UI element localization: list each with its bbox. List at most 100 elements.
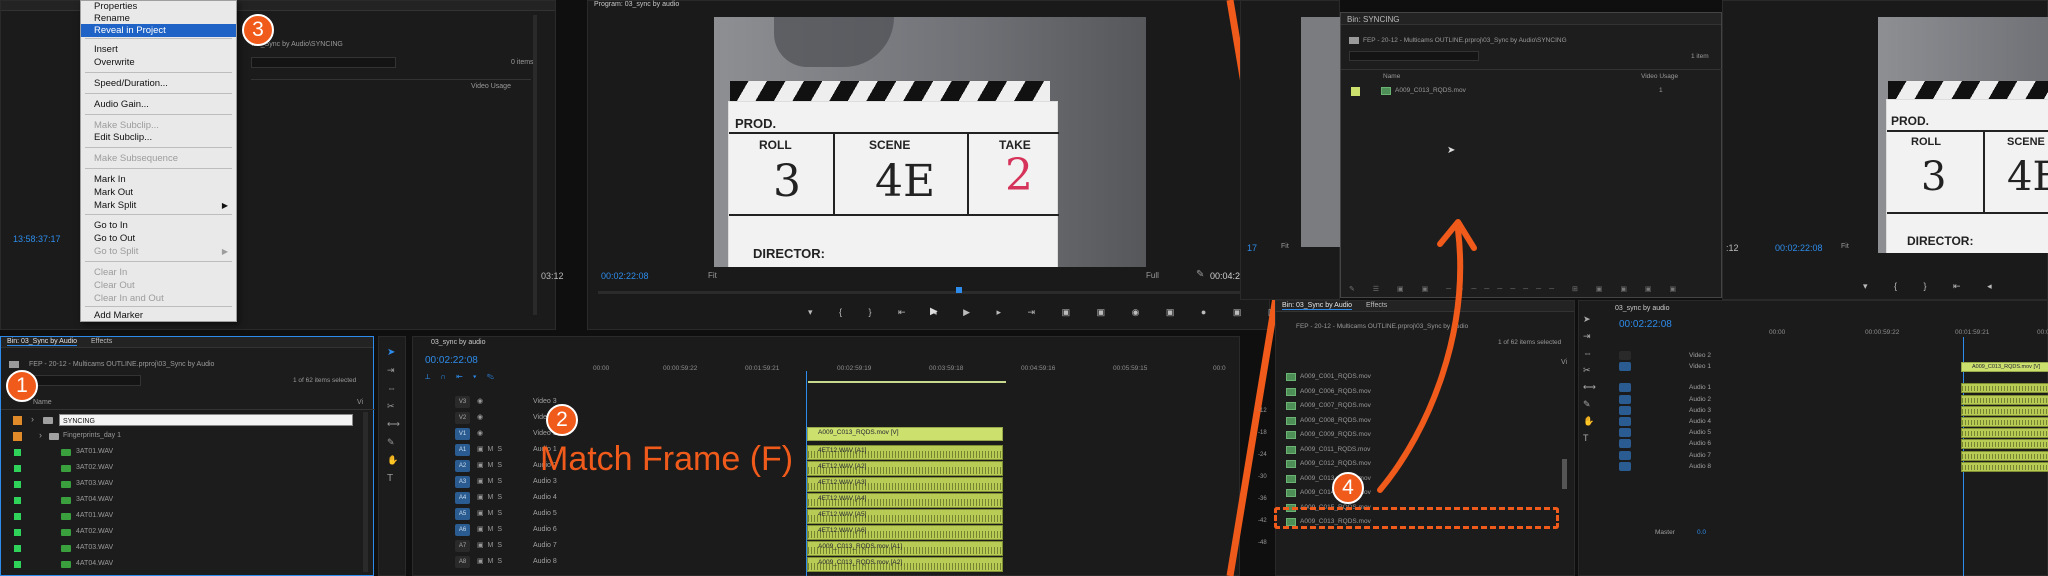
menu-item-go-to-out[interactable]: Go to Out <box>81 232 236 245</box>
wrench-icon[interactable]: ✎ <box>1196 269 1204 280</box>
syncing-col-video-usage[interactable]: Video Usage <box>1641 73 1678 80</box>
track-target-toggle[interactable] <box>1619 383 1631 393</box>
bin-row[interactable]: › SYNCING <box>1 413 361 428</box>
menu-item-overwrite[interactable]: Overwrite <box>81 56 236 69</box>
tab-effects[interactable]: Effects <box>91 338 112 345</box>
track-target-toggle[interactable] <box>1619 362 1631 372</box>
right-source-fit[interactable]: Fit <box>1281 243 1289 250</box>
audio-clip[interactable]: A009_C013_RQDS.mov [A1] <box>807 541 1003 556</box>
play-icon[interactable]: ▶ <box>930 306 938 317</box>
mute-solo-icons[interactable]: ▣ M S <box>477 445 503 453</box>
menu-item-insert[interactable]: Insert <box>81 43 236 56</box>
track-target-toggle[interactable]: A6 <box>455 524 470 536</box>
mute-solo-icons[interactable]: ▣ M S <box>477 461 503 469</box>
slip-icon[interactable]: ⟷ <box>387 419 400 430</box>
bin-row[interactable]: 3AT03.WAV <box>1 477 361 492</box>
eye-icon[interactable]: ◉ <box>477 429 484 437</box>
bin-search-input[interactable] <box>29 375 141 386</box>
bin-row[interactable]: 4AT02.WAV <box>1 525 361 540</box>
timeline-tab[interactable]: 03_sync by audio <box>431 339 485 346</box>
track-target-toggle[interactable] <box>1619 439 1631 449</box>
right-col-vi[interactable]: Vi <box>1561 359 1567 366</box>
audio-clip[interactable]: 4ET12.WAV [A2] <box>807 461 1003 476</box>
track-target-toggle[interactable] <box>1619 461 1631 471</box>
track-target-toggle[interactable]: V1 <box>455 428 470 440</box>
col-video-usage[interactable]: Video Usage <box>471 83 511 90</box>
col-name[interactable]: Name <box>33 399 52 406</box>
audio-clip[interactable]: 4ET12.WAV [A5] <box>807 509 1003 524</box>
bin-row[interactable]: 4AT03.WAV <box>1 541 361 556</box>
mute-solo-icons[interactable]: ▣ M S <box>477 541 503 549</box>
col-vi[interactable]: Vi <box>357 399 363 406</box>
master-volume-value[interactable]: 0.0 <box>1697 529 1706 536</box>
program-quality-select[interactable]: Full <box>1146 271 1159 280</box>
track-target-toggle[interactable]: A5 <box>455 508 470 520</box>
hand-icon[interactable]: ✋ <box>387 455 398 466</box>
menu-item-edit-subclip[interactable]: Edit Subclip... <box>81 131 236 144</box>
program-scrubber[interactable] <box>598 291 1258 294</box>
bin-row[interactable]: › Fingerprints_day 1 <box>1 429 361 444</box>
bin-row[interactable]: 3AT04.WAV <box>1 493 361 508</box>
source-timecode[interactable]: 13:58:37:17 <box>13 234 61 244</box>
menu-item-go-to-in[interactable]: Go to In <box>81 219 236 232</box>
audio-clip[interactable]: 4ET12.WAV [A3] <box>807 477 1003 492</box>
razor-icon[interactable]: ✂ <box>387 401 395 412</box>
timeline-timecode[interactable]: 00:02:22:08 <box>425 355 478 366</box>
right-tab-bin[interactable]: Bin: 03_Sync by Audio <box>1282 302 1353 310</box>
pen-icon[interactable]: ✎ <box>387 437 395 448</box>
menu-item-audio-gain[interactable]: Audio Gain... <box>81 98 236 111</box>
mute-solo-icons[interactable]: ▣ M S <box>477 509 503 517</box>
right-timeline-timecode[interactable]: 00:02:22:08 <box>1619 319 1672 330</box>
program-timecode[interactable]: 00:02:22:08 <box>601 271 649 281</box>
tab-bin[interactable]: Bin: 03_Sync by Audio <box>7 338 78 346</box>
source-scrollbar[interactable] <box>533 15 537 315</box>
work-area-bar[interactable] <box>808 381 1006 383</box>
menu-item-speed-duration[interactable]: Speed/Duration... <box>81 77 236 90</box>
right-program-fit[interactable]: Fit <box>1841 243 1849 250</box>
track-target-toggle[interactable]: A3 <box>455 476 470 488</box>
track-target-toggle[interactable] <box>1619 405 1631 415</box>
menu-item-reveal-in-project[interactable]: Reveal in Project <box>81 24 236 37</box>
eye-icon[interactable]: ◉ <box>477 397 484 405</box>
mute-solo-icons[interactable]: ▣ M S <box>477 525 503 533</box>
mute-solo-icons[interactable]: ▣ M S <box>477 477 503 485</box>
syncing-col-name[interactable]: Name <box>1383 73 1400 80</box>
track-target-toggle[interactable]: A2 <box>455 460 470 472</box>
track-target-toggle[interactable]: V3 <box>455 396 470 408</box>
rename-field[interactable]: SYNCING <box>59 414 353 426</box>
disclosure-chevron-icon[interactable]: › <box>31 414 34 424</box>
mute-solo-icons[interactable]: ▣ M S <box>477 493 503 501</box>
menu-item-mark-in[interactable]: Mark In <box>81 173 236 186</box>
bin-row[interactable]: 4AT01.WAV <box>1 509 361 524</box>
menu-item-mark-out[interactable]: Mark Out <box>81 186 236 199</box>
eye-icon[interactable]: ◉ <box>477 413 484 421</box>
program-fit-select[interactable]: Fit <box>708 271 717 280</box>
source-search-field[interactable] <box>251 57 396 68</box>
track-target-toggle[interactable] <box>1619 351 1631 360</box>
track-target-toggle[interactable]: V2 <box>455 412 470 424</box>
track-target-toggle[interactable]: A7 <box>455 540 470 552</box>
track-select-icon[interactable]: ⇥ <box>387 365 395 376</box>
bin-row[interactable]: 3AT02.WAV <box>1 461 361 476</box>
bin-scrollbar[interactable] <box>363 412 368 572</box>
bin-row[interactable]: 4AT04.WAV <box>1 557 361 572</box>
syncing-row-name[interactable]: A009_C013_RQDS.mov <box>1395 87 1466 94</box>
selection-tool-icon[interactable]: ➤ <box>387 347 395 358</box>
video-clip[interactable]: A009_C013_RQDS.mov [V] <box>807 427 1003 441</box>
mute-solo-icons[interactable]: ▣ M S <box>477 557 503 565</box>
audio-clip[interactable]: 4ET12.WAV [A6] <box>807 525 1003 540</box>
right-timeline-tab[interactable]: 03_sync by audio <box>1615 305 1669 312</box>
type-icon[interactable]: T <box>387 473 393 484</box>
syncing-search-input[interactable] <box>1349 51 1479 61</box>
track-target-toggle[interactable]: A4 <box>455 492 470 504</box>
bin-row[interactable]: 3AT01.WAV <box>1 445 361 460</box>
track-target-toggle[interactable] <box>1619 417 1631 426</box>
right-project-scrollbar[interactable] <box>1562 459 1567 489</box>
track-target-toggle[interactable]: A8 <box>455 556 470 568</box>
track-target-toggle[interactable]: A1 <box>455 444 470 456</box>
audio-clip[interactable]: A009_C013_RQDS.mov [A2] <box>807 557 1003 572</box>
audio-clip[interactable]: 4ET12.WAV [A4] <box>807 493 1003 508</box>
audio-clip[interactable]: 4ET12.WAV [A1] <box>807 445 1003 460</box>
track-target-toggle[interactable] <box>1619 428 1631 438</box>
ripple-edit-icon[interactable]: ⇔ <box>387 383 396 393</box>
